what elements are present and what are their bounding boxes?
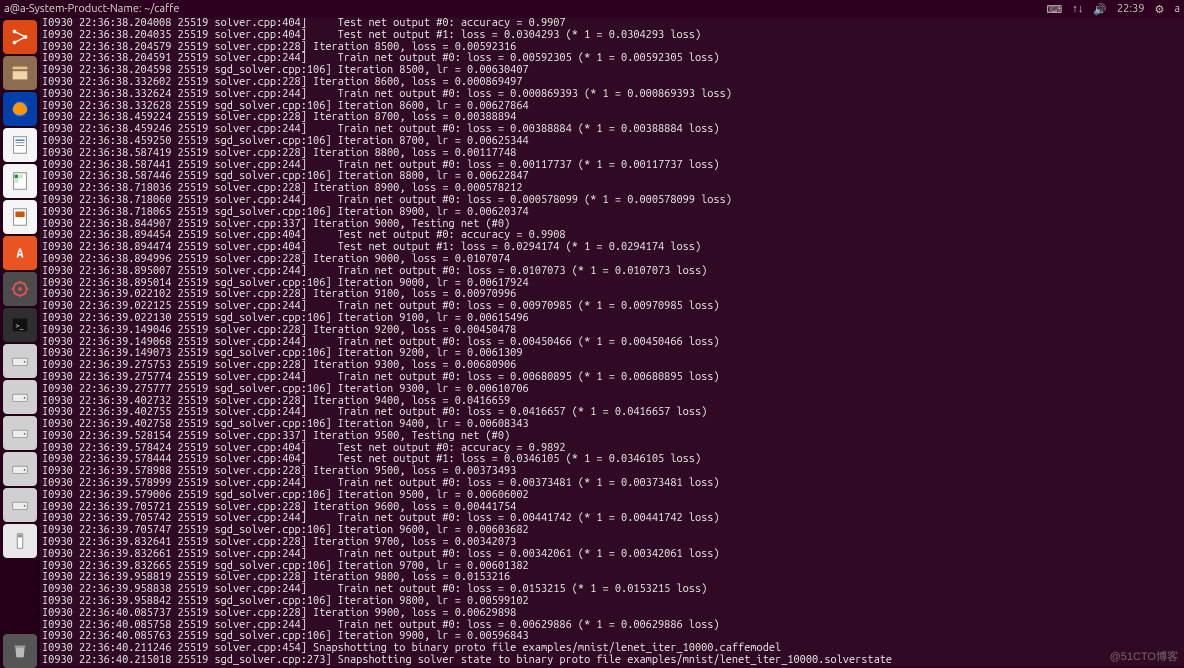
window-title: a@a-System-Product-Name: ~/caffe (4, 3, 1046, 15)
drive-icon-3[interactable] (3, 416, 37, 450)
drive-icon-2[interactable] (3, 380, 37, 414)
impress-icon[interactable] (3, 200, 37, 234)
watermark: @51CTO博客 (1110, 648, 1178, 664)
drive-icon-1[interactable] (3, 344, 37, 378)
terminal-icon[interactable]: >_ (3, 308, 37, 342)
software-center-icon[interactable]: A (3, 236, 37, 270)
system-tray: ⌨ ↑↓ 🔊 22:39 ⚙ a (1046, 3, 1180, 16)
volume-icon[interactable]: 🔊 (1093, 3, 1107, 16)
svg-text:A: A (16, 247, 24, 261)
svg-text:>_: >_ (15, 322, 24, 330)
writer-icon[interactable] (3, 128, 37, 162)
top-menu-bar: a@a-System-Product-Name: ~/caffe ⌨ ↑↓ 🔊 … (0, 0, 1184, 18)
settings-icon[interactable] (3, 272, 37, 306)
drive-icon-5[interactable] (3, 488, 37, 522)
launcher-dock: A >_ (0, 18, 40, 668)
drive-icon-4[interactable] (3, 452, 37, 486)
clock[interactable]: 22:39 (1117, 3, 1145, 15)
files-icon[interactable] (3, 56, 37, 90)
gear-icon[interactable]: ⚙ (1154, 3, 1164, 16)
firefox-icon[interactable] (3, 92, 37, 126)
network-icon[interactable]: ↑↓ (1072, 3, 1083, 15)
usb-creator-icon[interactable] (3, 524, 37, 558)
keyboard-indicator-icon[interactable]: ⌨ (1046, 3, 1062, 16)
trash-icon[interactable] (3, 634, 37, 668)
terminal-output[interactable]: I0930 22:36:38.204008 25519 solver.cpp:4… (40, 18, 1184, 666)
calc-icon[interactable] (3, 164, 37, 198)
user-icon[interactable]: a (1174, 3, 1180, 15)
dash-icon[interactable] (3, 20, 37, 54)
